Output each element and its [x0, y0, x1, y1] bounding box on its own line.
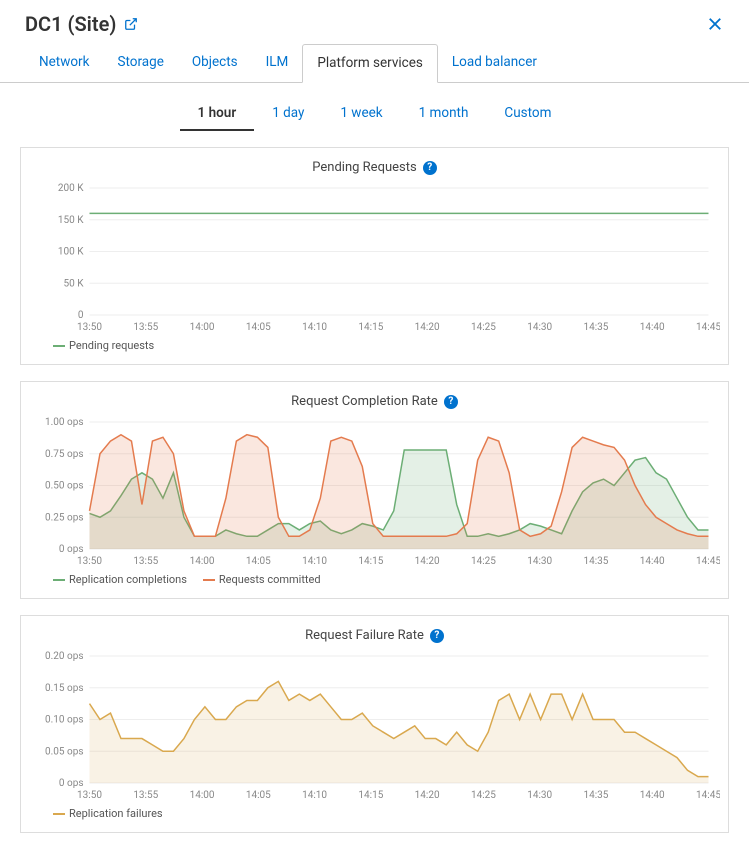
- chart-plot: 0 ops 0.25 ops 0.50 ops 0.75 ops 1.00 ops 13:…: [29, 417, 720, 567]
- chart-request-completion-rate: Request Completion Rate? 0 ops 0.25 ops 0.5…: [20, 381, 729, 599]
- svg-text:1.00 ops: 1.00 ops: [45, 417, 83, 428]
- external-link-icon[interactable]: [124, 17, 138, 31]
- svg-text:14:05: 14:05: [246, 556, 271, 567]
- svg-text:14:10: 14:10: [302, 556, 327, 567]
- chart-request-failure-rate: Request Failure Rate? 0 ops 0.05 ops 0.10 o…: [20, 615, 729, 833]
- svg-text:14:00: 14:00: [190, 556, 215, 567]
- chart-title-text: Request Failure Rate: [305, 628, 424, 643]
- title-text: DC1 (Site): [25, 12, 116, 36]
- legend-label: Requests committed: [219, 573, 321, 586]
- chart-legend: Replication failures: [29, 801, 720, 820]
- svg-text:14:20: 14:20: [415, 556, 440, 567]
- svg-text:0.75 ops: 0.75 ops: [45, 449, 83, 460]
- svg-text:200 K: 200 K: [58, 183, 84, 194]
- chart-title: Request Completion Rate?: [29, 390, 720, 417]
- svg-text:14:15: 14:15: [358, 790, 383, 801]
- svg-text:14:35: 14:35: [584, 790, 609, 801]
- time-custom[interactable]: Custom: [486, 97, 569, 131]
- svg-text:0 ops: 0 ops: [59, 778, 84, 789]
- tab-ilm[interactable]: ILM: [252, 44, 303, 82]
- legend-swatch: [53, 345, 65, 347]
- svg-text:150 K: 150 K: [58, 215, 84, 226]
- svg-text:13:55: 13:55: [133, 322, 158, 333]
- svg-text:14:30: 14:30: [527, 322, 552, 333]
- svg-text:50 K: 50 K: [64, 278, 85, 289]
- svg-text:14:35: 14:35: [584, 322, 609, 333]
- svg-text:14:40: 14:40: [640, 790, 665, 801]
- chart-plot: 0 ops 0.05 ops 0.10 ops 0.15 ops 0.20 ops 13:…: [29, 651, 720, 801]
- page-title: DC1 (Site): [25, 12, 138, 36]
- svg-text:14:45: 14:45: [696, 322, 720, 333]
- chart-title: Pending Requests?: [29, 156, 720, 183]
- svg-text:0 ops: 0 ops: [59, 544, 84, 555]
- svg-text:14:30: 14:30: [527, 790, 552, 801]
- chart-title: Request Failure Rate?: [29, 624, 720, 651]
- time-1-day[interactable]: 1 day: [254, 97, 322, 131]
- svg-text:0.10 ops: 0.10 ops: [45, 715, 83, 726]
- legend-item: Replication completions: [53, 573, 187, 586]
- svg-text:0: 0: [78, 310, 84, 321]
- svg-text:0.50 ops: 0.50 ops: [45, 481, 83, 492]
- svg-text:14:10: 14:10: [302, 790, 327, 801]
- tab-bar: NetworkStorageObjectsILMPlatform service…: [0, 44, 749, 83]
- svg-text:14:45: 14:45: [696, 556, 720, 567]
- legend-swatch: [203, 579, 215, 581]
- svg-text:14:00: 14:00: [190, 790, 215, 801]
- chart-legend: Pending requests: [29, 333, 720, 352]
- svg-text:14:40: 14:40: [640, 556, 665, 567]
- svg-text:13:55: 13:55: [133, 556, 158, 567]
- chart-pending-requests: Pending Requests? 0 50 K 100 K 150 K 200 K 13:…: [20, 147, 729, 365]
- svg-text:14:45: 14:45: [696, 790, 720, 801]
- time-1-week[interactable]: 1 week: [322, 97, 400, 131]
- legend-item: Pending requests: [53, 339, 154, 352]
- tab-load-balancer[interactable]: Load balancer: [438, 44, 551, 82]
- tab-storage[interactable]: Storage: [103, 44, 177, 82]
- svg-text:14:10: 14:10: [302, 322, 327, 333]
- svg-text:14:05: 14:05: [246, 790, 271, 801]
- help-icon[interactable]: ?: [444, 395, 458, 409]
- chart-legend: Replication completions Requests committe…: [29, 567, 720, 586]
- svg-text:0.05 ops: 0.05 ops: [45, 746, 83, 757]
- time-1-month[interactable]: 1 month: [401, 97, 487, 131]
- help-icon[interactable]: ?: [430, 629, 444, 643]
- close-icon[interactable]: [706, 15, 724, 33]
- header: DC1 (Site): [0, 0, 749, 44]
- svg-text:14:20: 14:20: [415, 790, 440, 801]
- svg-text:14:15: 14:15: [358, 556, 383, 567]
- tab-objects[interactable]: Objects: [178, 44, 252, 82]
- legend-label: Replication failures: [69, 807, 163, 820]
- legend-swatch: [53, 813, 65, 815]
- svg-text:14:25: 14:25: [471, 322, 496, 333]
- time-range-row: 1 hour1 day1 week1 monthCustom: [0, 83, 749, 141]
- svg-text:14:25: 14:25: [471, 556, 496, 567]
- svg-text:13:50: 13:50: [77, 556, 102, 567]
- tab-platform-services[interactable]: Platform services: [302, 44, 438, 83]
- help-icon[interactable]: ?: [423, 161, 437, 175]
- svg-text:14:40: 14:40: [640, 322, 665, 333]
- legend-label: Replication completions: [69, 573, 187, 586]
- legend-swatch: [53, 579, 65, 581]
- svg-text:14:25: 14:25: [471, 790, 496, 801]
- svg-text:13:50: 13:50: [77, 322, 102, 333]
- svg-text:100 K: 100 K: [58, 247, 84, 258]
- svg-text:0.15 ops: 0.15 ops: [45, 683, 83, 694]
- svg-text:14:15: 14:15: [358, 322, 383, 333]
- legend-item: Requests committed: [203, 573, 321, 586]
- time-1-hour[interactable]: 1 hour: [180, 97, 255, 131]
- svg-text:14:35: 14:35: [584, 556, 609, 567]
- svg-text:14:00: 14:00: [190, 322, 215, 333]
- svg-text:14:30: 14:30: [527, 556, 552, 567]
- svg-text:13:55: 13:55: [133, 790, 158, 801]
- legend-item: Replication failures: [53, 807, 163, 820]
- svg-text:0.25 ops: 0.25 ops: [45, 512, 83, 523]
- chart-plot: 0 50 K 100 K 150 K 200 K 13:50 13:55 14:00 14:05…: [29, 183, 720, 333]
- svg-text:13:50: 13:50: [77, 790, 102, 801]
- chart-title-text: Request Completion Rate: [291, 394, 438, 409]
- legend-label: Pending requests: [69, 339, 154, 352]
- svg-text:0.20 ops: 0.20 ops: [45, 651, 83, 662]
- svg-text:14:05: 14:05: [246, 322, 271, 333]
- chart-title-text: Pending Requests: [312, 160, 416, 175]
- svg-text:14:20: 14:20: [415, 322, 440, 333]
- tab-network[interactable]: Network: [25, 44, 103, 82]
